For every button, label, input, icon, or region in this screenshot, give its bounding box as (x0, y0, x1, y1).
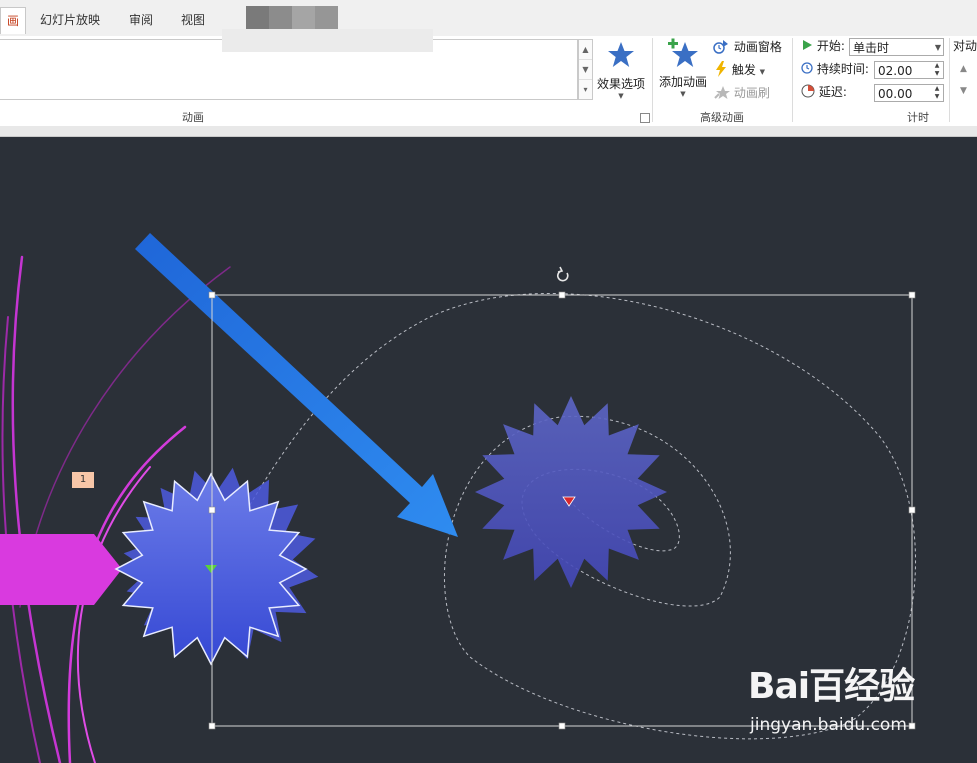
delay-row: 延迟: (801, 82, 847, 102)
magenta-arrow-shape (0, 534, 122, 605)
delay-label: 延迟: (818, 85, 847, 99)
gallery-scroll[interactable]: ▲ ▼ ▾ (578, 39, 593, 100)
ribbon-tab-bar: 画 幻灯片放映 审阅 视图 (0, 0, 977, 36)
delay-spinner[interactable]: 00.00 ▲ ▼ (874, 84, 944, 102)
ribbon: ▲ ▼ ▾ 效果选项 ▼ 动画 添加动画 ▼ 动画窗格 触发 ▼ 动画刷 高级动… (0, 36, 977, 127)
trigger-label: 触发 (731, 63, 756, 77)
chevron-down-icon: ▼ (759, 68, 766, 76)
animation-painter-button[interactable]: 动画刷 (714, 83, 770, 103)
clock-icon (801, 62, 813, 74)
tab-slideshow[interactable]: 幻灯片放映 (34, 7, 106, 33)
add-animation-label: 添加动画 (658, 75, 707, 89)
gallery-down-icon[interactable]: ▼ (579, 60, 592, 80)
group-label-timing: 计时 (907, 111, 929, 124)
animation-order-badge[interactable]: 1 (72, 472, 94, 488)
play-icon (803, 40, 812, 50)
group-label-advanced-animation: 高级动画 (700, 111, 744, 124)
tab-view[interactable]: 视图 (170, 7, 216, 33)
tab-animations[interactable]: 画 (0, 7, 26, 34)
slide-canvas[interactable]: 1 Bai百经验 jingyan.baidu.com (0, 137, 977, 763)
move-later-icon[interactable]: ▼ (960, 86, 967, 96)
lightning-icon (716, 61, 726, 77)
delay-icon (801, 84, 815, 98)
duration-value: 02.00 (878, 64, 913, 78)
animation-pane-icon (713, 40, 728, 54)
reorder-animation-label: 对动 (953, 39, 977, 53)
tab-review[interactable]: 审阅 (118, 7, 164, 33)
redacted-pixel-block (246, 6, 338, 29)
duration-row: 持续时间: (801, 59, 869, 79)
start-dropdown[interactable]: 单击时 ▼ (849, 38, 944, 56)
rotate-handle-icon (557, 266, 569, 282)
chevron-down-icon: ▼ (618, 92, 624, 100)
group-label-animation: 动画 (182, 111, 204, 124)
chevron-down-icon: ▼ (934, 43, 941, 52)
chevron-down-icon: ▼ (680, 90, 686, 98)
star-end-position (475, 396, 667, 588)
delay-value: 00.00 (878, 87, 913, 101)
move-earlier-icon[interactable]: ▲ (960, 64, 967, 74)
watermark-url: jingyan.baidu.com (750, 715, 907, 735)
baidu-logo: Bai百经验 (748, 666, 915, 707)
start-value: 单击时 (853, 41, 890, 55)
redacted-bar (222, 29, 433, 52)
effect-options-label: 效果选项 (596, 77, 645, 91)
start-label: 开始: (816, 39, 845, 53)
gallery-more-icon[interactable]: ▾ (579, 80, 592, 99)
duration-label: 持续时间: (816, 62, 869, 76)
group-divider (792, 38, 793, 122)
duration-spinner[interactable]: 02.00 ▲ ▼ (874, 61, 944, 79)
ribbon-bottom-edge (0, 126, 977, 137)
spinner-arrows-icon[interactable]: ▲ ▼ (931, 62, 943, 78)
animation-pane-label: 动画窗格 (733, 40, 782, 54)
effect-options-button[interactable]: 效果选项 ▼ (594, 40, 648, 102)
animation-painter-icon (714, 86, 730, 99)
animation-painter-label: 动画刷 (733, 86, 770, 100)
star-plus-icon (668, 38, 698, 67)
baidu-watermark: Bai百经验 jingyan.baidu.com (748, 657, 948, 757)
group-divider (652, 38, 653, 122)
group-divider (949, 38, 950, 122)
gallery-up-icon[interactable]: ▲ (579, 40, 592, 60)
spinner-arrows-icon[interactable]: ▲ ▼ (931, 85, 943, 101)
animation-pane-button[interactable]: 动画窗格 (712, 37, 782, 57)
star-icon (608, 42, 634, 67)
add-animation-button[interactable]: 添加动画 ▼ (656, 38, 710, 102)
trigger-button[interactable]: 触发 ▼ (714, 60, 765, 80)
starburst-shape (114, 467, 319, 666)
dialog-launcher-icon[interactable] (640, 113, 650, 123)
start-row: 开始: (801, 36, 845, 56)
